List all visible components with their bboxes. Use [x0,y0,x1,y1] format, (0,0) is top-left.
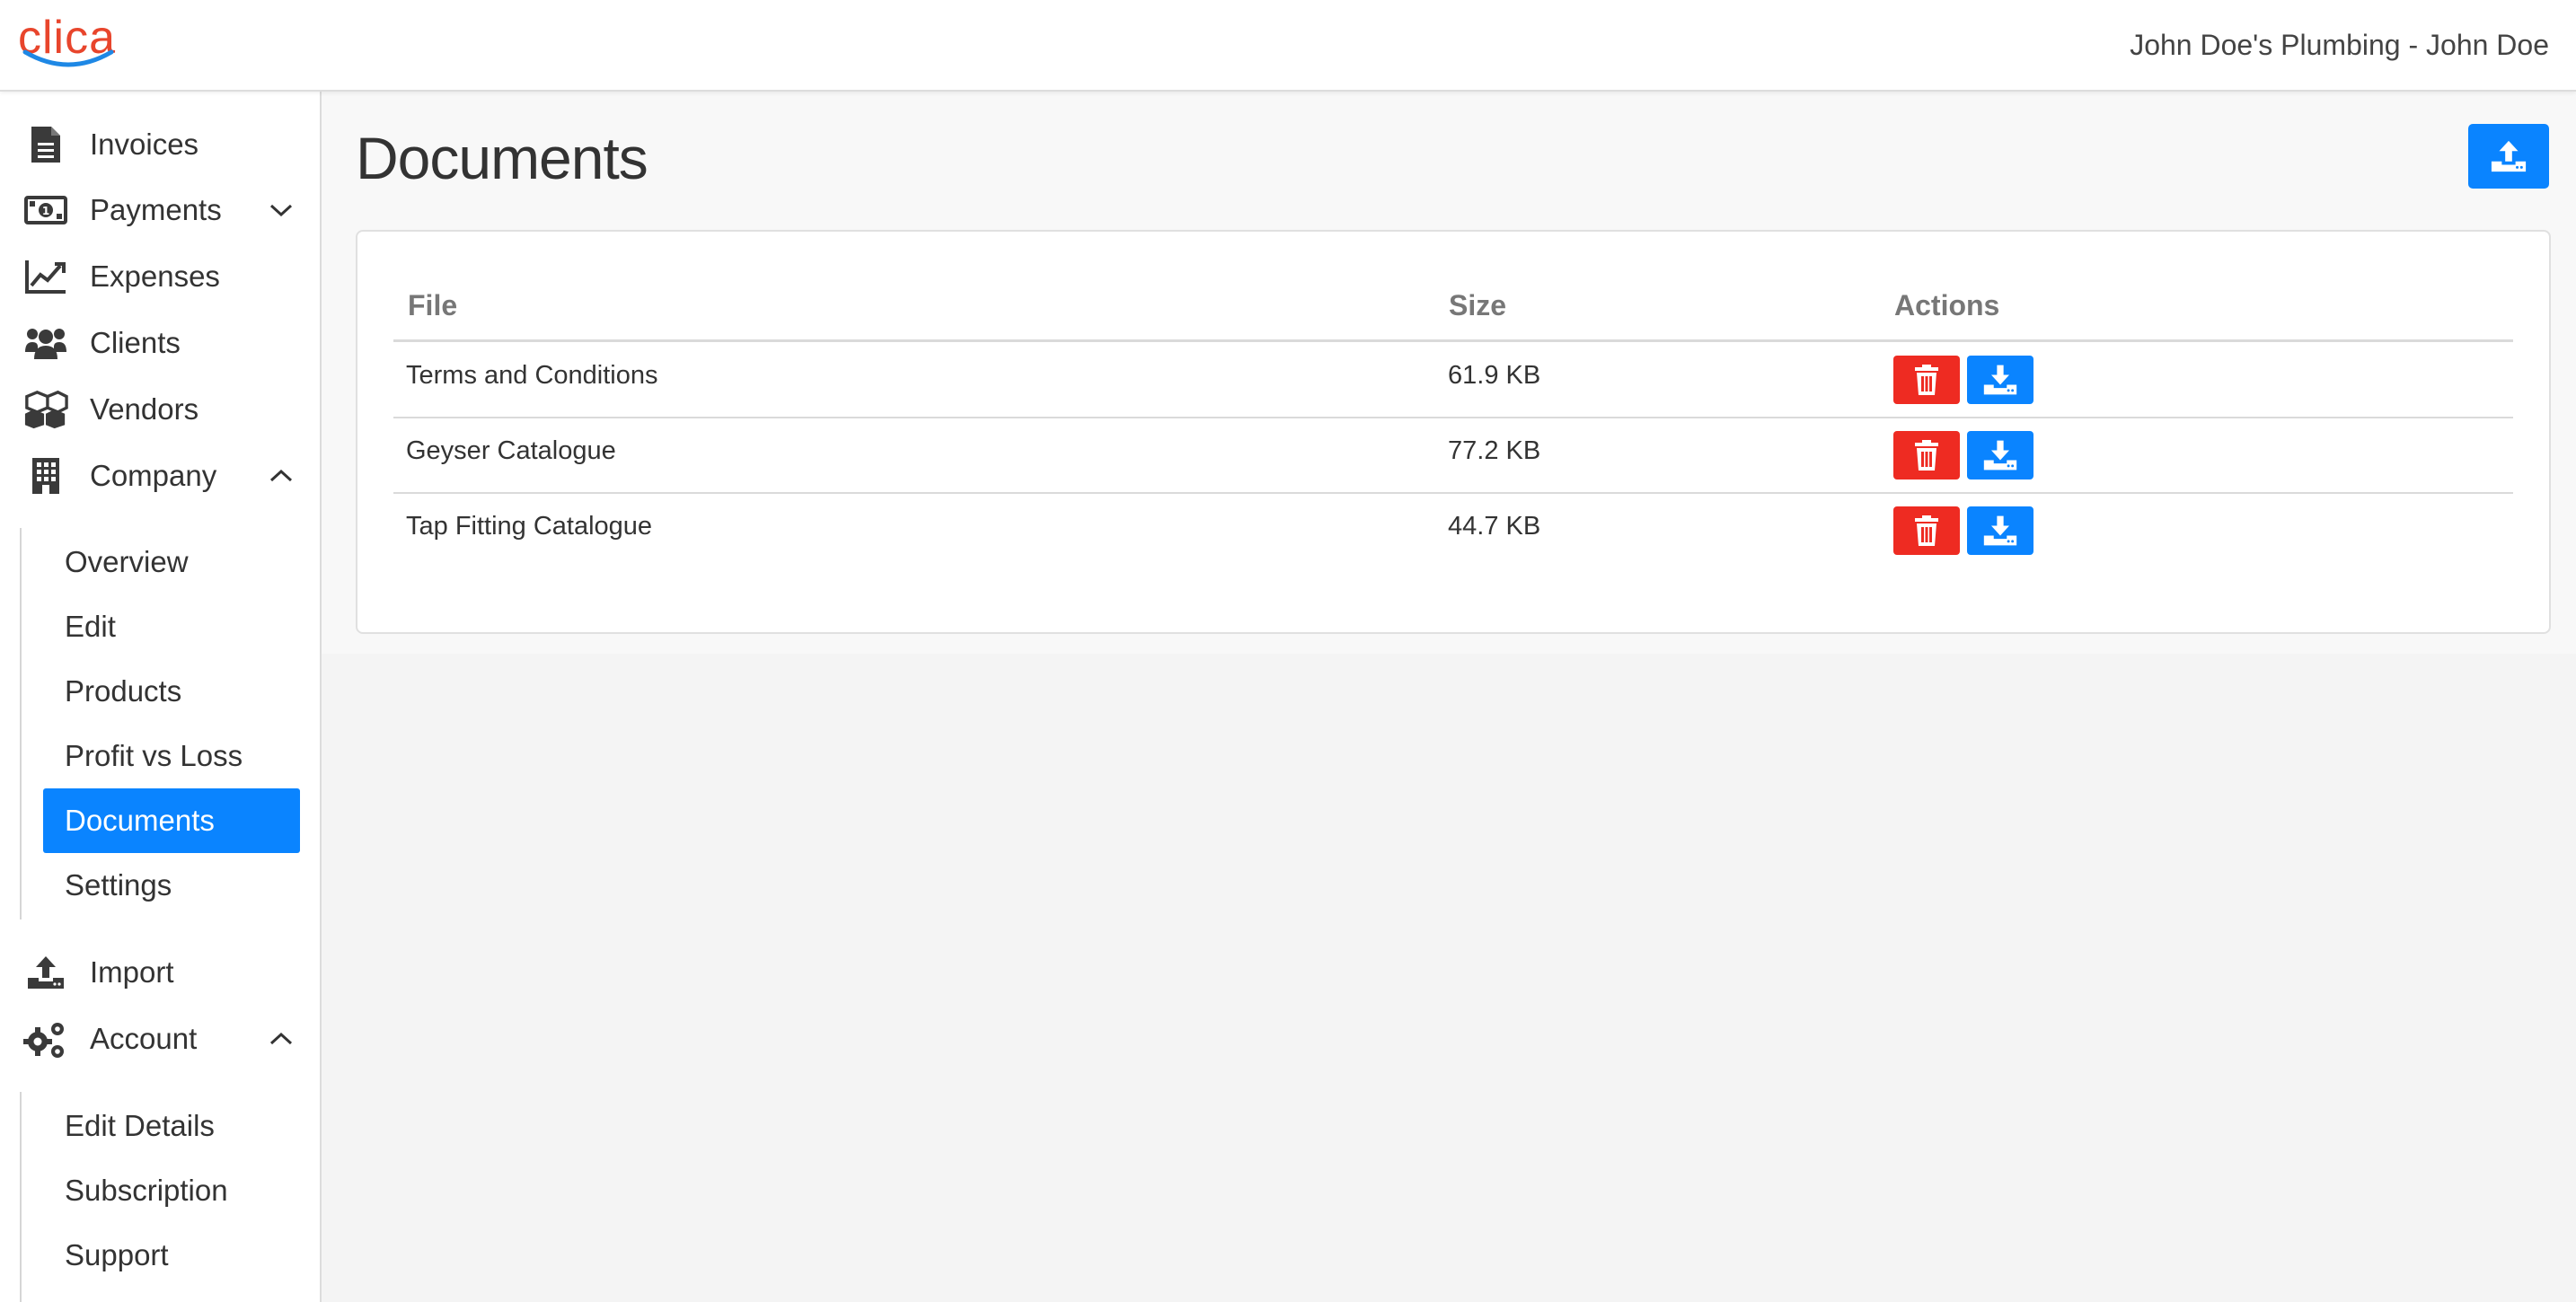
column-header-actions: Actions [1894,289,2000,321]
line-chart-icon [23,254,68,299]
table-header-divider [393,339,2513,342]
chevron-up-icon[interactable] [268,462,295,489]
submenu-item-support[interactable]: Support [43,1223,300,1288]
delete-button[interactable] [1893,506,1960,555]
sidebar-item-label: Company [90,459,217,492]
account-name[interactable]: John Doe's Plumbing - John Doe [2130,27,2549,63]
sidebar-item-label: Vendors [90,392,199,426]
sidebar-item-label: Invoices [90,128,199,161]
building-icon [23,453,68,498]
row-divider [393,417,2513,418]
svg-text:1: 1 [42,205,49,217]
download-button[interactable] [1967,431,2033,479]
sidebar-item-invoices[interactable]: Invoices [0,113,320,176]
submenu-item-profit-vs-loss[interactable]: Profit vs Loss [43,724,300,788]
upload-icon [2491,140,2527,172]
submenu-item-overview[interactable]: Overview [43,530,300,594]
delete-button[interactable] [1893,356,1960,404]
download-icon [1983,440,2017,471]
sidebar-item-company[interactable]: Company [0,444,320,507]
sidebar: Invoices 1 Payments Expenses Clients Ven… [0,92,322,1302]
table-cell-size: 77.2 KB [1448,436,1541,465]
trash-icon [1915,440,1938,471]
table-cell-file: Geyser Catalogue [406,436,616,465]
trash-icon [1915,365,1938,395]
account-submenu-line [20,1092,22,1302]
submenu-item-settings[interactable]: Settings [43,853,300,918]
download-icon [1983,515,2017,546]
sidebar-item-label: Expenses [90,260,220,293]
submenu-item-documents[interactable]: Documents [43,788,300,853]
file-text-icon [23,122,68,167]
clica-logo[interactable]: clica [18,14,119,74]
cubes-icon [23,387,68,432]
sidebar-item-clients[interactable]: Clients [0,312,320,374]
delete-button[interactable] [1893,431,1960,479]
top-bar: clica John Doe's Plumbing - John Doe [0,0,2576,92]
company-submenu-line [20,528,22,919]
column-header-file: File [408,289,458,321]
money-bill-icon: 1 [23,188,68,233]
sidebar-item-import[interactable]: Import [0,941,320,1004]
table-cell-file: Terms and Conditions [406,361,658,390]
table-cell-file: Tap Fitting Catalogue [406,512,653,541]
table-cell-size: 61.9 KB [1448,361,1541,390]
sidebar-item-expenses[interactable]: Expenses [0,245,320,308]
sidebar-item-label: Clients [90,326,181,359]
download-button[interactable] [1967,506,2033,555]
download-icon [1983,365,2017,395]
sidebar-item-account[interactable]: Account [0,1007,320,1070]
logo-smile-icon [22,49,114,67]
submenu-item-subscription[interactable]: Subscription [43,1158,300,1223]
gears-icon [23,1016,68,1061]
submenu-item-edit-details[interactable]: Edit Details [43,1094,300,1158]
trash-icon [1915,515,1938,546]
users-icon [23,321,68,365]
upload-document-button[interactable] [2468,124,2549,189]
chevron-down-icon[interactable] [268,197,295,224]
row-divider [393,492,2513,494]
page-title: Documents [356,125,648,191]
submenu-item-edit[interactable]: Edit [43,594,300,659]
sidebar-item-payments[interactable]: 1 Payments [0,179,320,242]
chevron-up-icon[interactable] [268,1025,295,1052]
sidebar-item-label: Payments [90,193,222,226]
submenu-item-products[interactable]: Products [43,659,300,724]
table-cell-size: 44.7 KB [1448,512,1541,541]
download-button[interactable] [1967,356,2033,404]
column-header-size: Size [1449,289,1507,321]
upload-icon [23,950,68,995]
sidebar-item-vendors[interactable]: Vendors [0,378,320,441]
sidebar-item-label: Account [90,1022,198,1055]
sidebar-item-label: Import [90,955,174,989]
